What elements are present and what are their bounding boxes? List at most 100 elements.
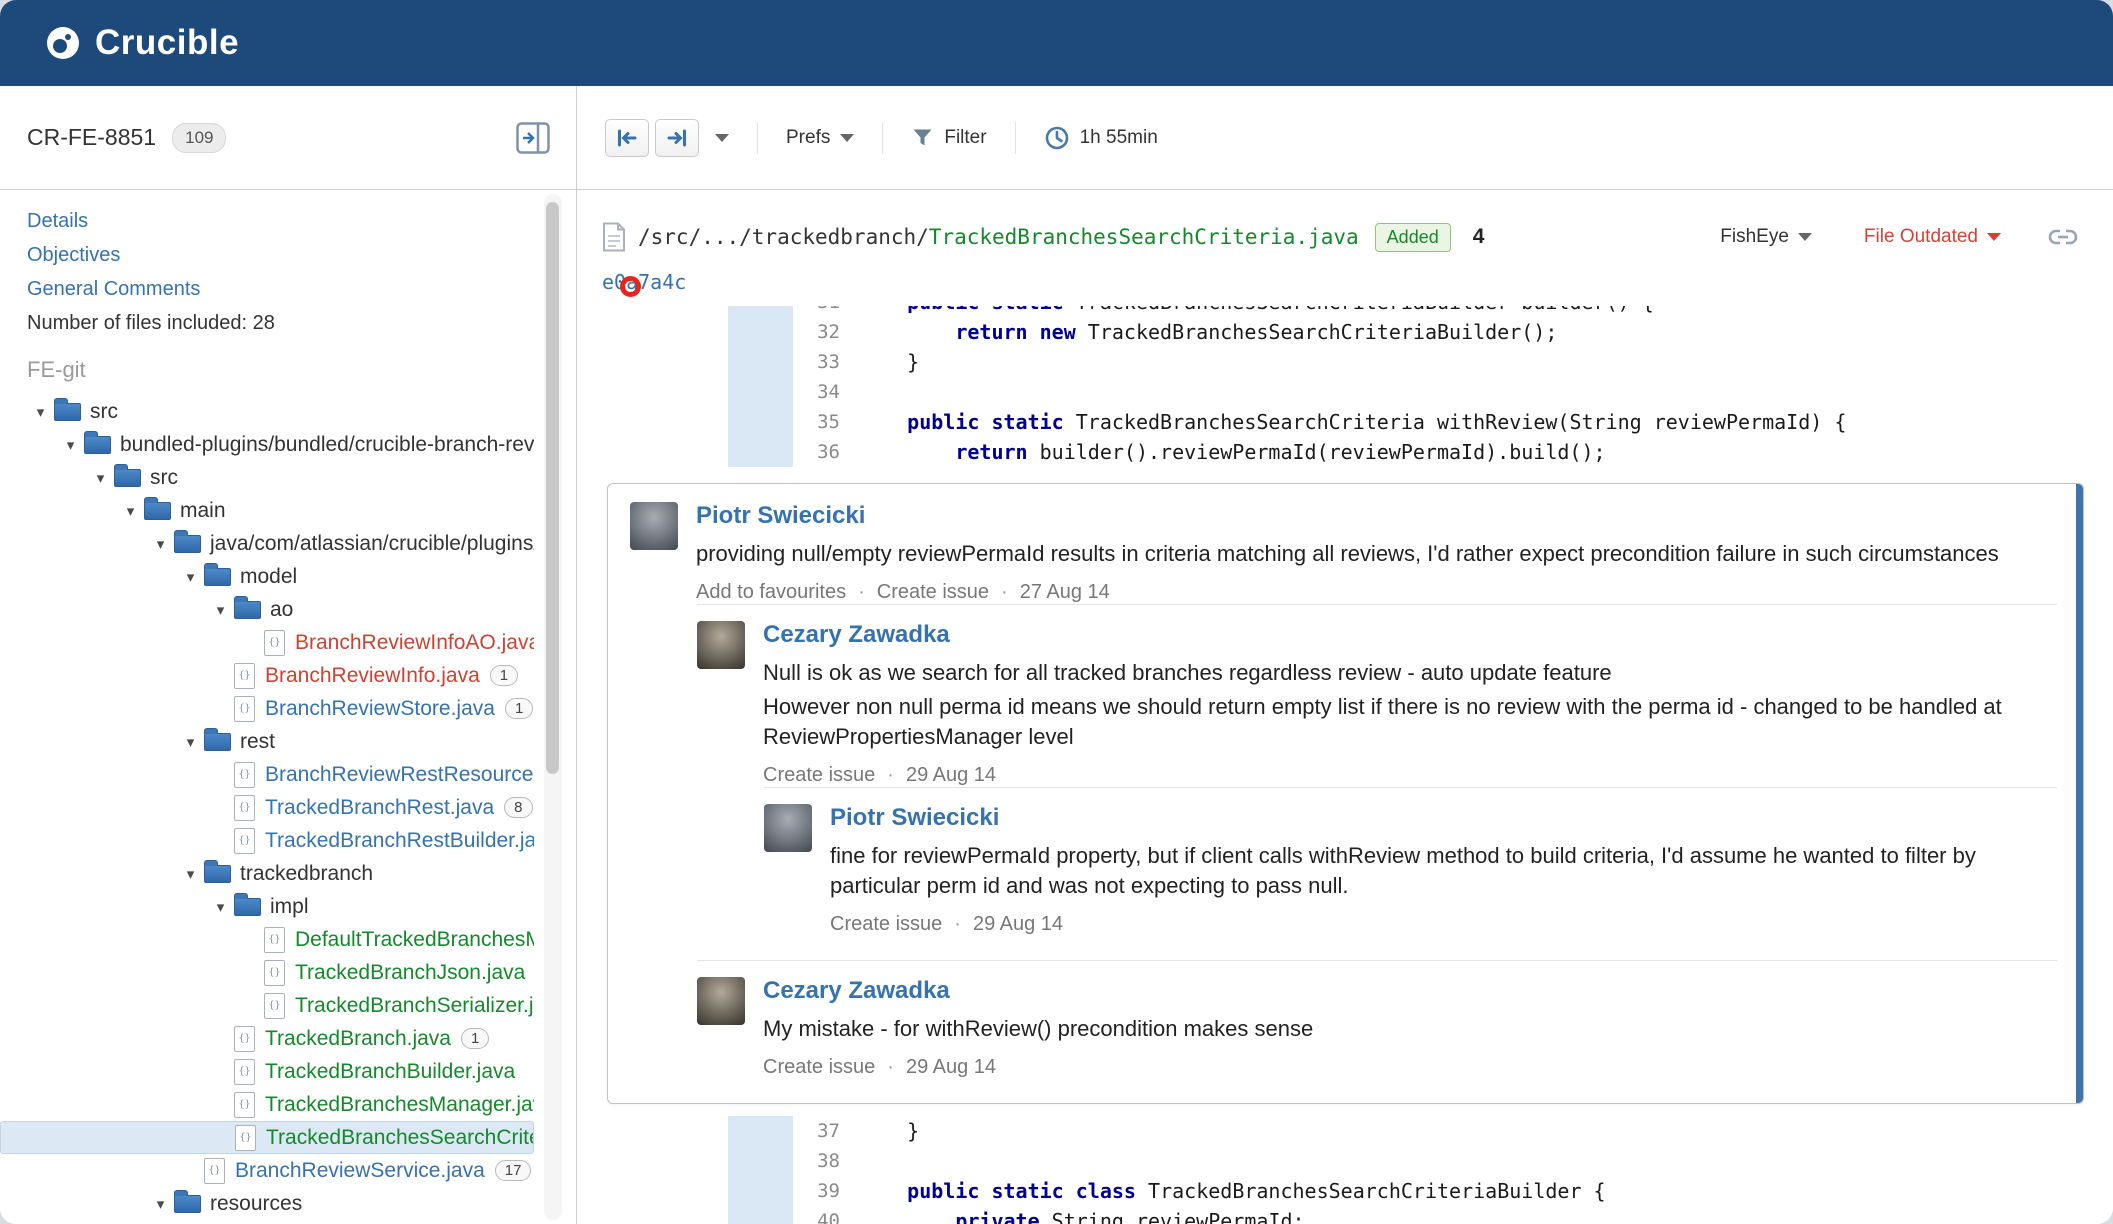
code-line: 33 } bbox=[589, 347, 2100, 377]
sidebar-link-general-comments[interactable]: General Comments bbox=[27, 272, 576, 306]
comment-action-create-issue[interactable]: Create issue bbox=[830, 913, 942, 936]
comment-action-add-to-favourites[interactable]: Add to favourites bbox=[696, 581, 846, 604]
tree-item-file[interactable]: {} TrackedBranch.java 1 bbox=[0, 1022, 534, 1055]
next-file-button[interactable] bbox=[655, 118, 699, 157]
code-block-lower: 37 } 38 39 public static class TrackedBran… bbox=[589, 1116, 2100, 1224]
sidebar-scrollbar-thumb[interactable] bbox=[546, 202, 559, 774]
tree-item-file[interactable]: {} DefaultTrackedBranchesMa bbox=[0, 923, 534, 956]
code-gutter-highlight bbox=[728, 437, 793, 467]
line-number[interactable]: 38 bbox=[793, 1146, 850, 1176]
tree-item-folder[interactable]: ▾ src bbox=[0, 461, 534, 494]
prefs-dropdown[interactable]: Prefs bbox=[786, 126, 855, 149]
tree-item-file[interactable]: {} TrackedBranchBuilder.java bbox=[0, 1055, 534, 1088]
expander-icon[interactable]: ▾ bbox=[207, 898, 234, 916]
tree-item-file[interactable]: {} BranchReviewService.java 17 bbox=[0, 1154, 534, 1187]
comment-author[interactable]: Cezary Zawadka bbox=[763, 621, 2057, 649]
comment-date: 29 Aug 14 bbox=[972, 913, 1064, 935]
tree-item-folder[interactable]: ▾ main bbox=[0, 494, 534, 527]
avatar bbox=[630, 502, 678, 550]
tree-item-file[interactable]: {} BranchReviewInfo.java 1 bbox=[0, 659, 534, 692]
tree-item-folder[interactable]: ▾ java/com/atlassian/crucible/plugins/br bbox=[0, 527, 534, 560]
permalink-icon[interactable] bbox=[2047, 225, 2079, 249]
line-number[interactable]: 39 bbox=[793, 1176, 850, 1206]
tree-item-label: TrackedBranchSerializer.jav bbox=[295, 993, 534, 1017]
tree-item-file[interactable]: {} TrackedBranchJson.java bbox=[0, 956, 534, 989]
code-text: public static TrackedBranchesSearchCrite… bbox=[907, 410, 1847, 434]
tree-item-folder[interactable]: ▾ bundled-plugins/bundled/crucible-branch… bbox=[0, 428, 534, 461]
tree-item-folder[interactable]: ▾ ao bbox=[0, 593, 534, 626]
comment-count-badge: 1 bbox=[504, 698, 534, 719]
file-icon bbox=[602, 222, 626, 252]
comment-count-badge: 8 bbox=[504, 797, 533, 818]
review-time[interactable]: 1h 55min bbox=[1044, 125, 1158, 151]
expander-icon[interactable]: ▾ bbox=[147, 1195, 174, 1213]
tree-item-folder[interactable]: ▾ resources bbox=[0, 1187, 534, 1220]
collapse-sidebar-button[interactable] bbox=[516, 121, 550, 154]
filter-button[interactable]: Filter bbox=[911, 126, 987, 149]
sidebar-link-details[interactable]: Details bbox=[27, 204, 576, 238]
tree-item-folder[interactable]: ▾ src bbox=[0, 395, 534, 428]
line-number[interactable]: 40 bbox=[793, 1206, 850, 1224]
sidebar-link-objectives[interactable]: Objectives bbox=[27, 238, 576, 272]
file-icon: {} bbox=[235, 1124, 256, 1151]
tree-item-file[interactable]: {} BranchReviewRestResource.ja bbox=[0, 758, 534, 791]
tree-item-label: TrackedBranchRestBuilder.jav bbox=[265, 828, 534, 852]
comment-author[interactable]: Piotr Swiecicki bbox=[696, 502, 2057, 530]
tree-item-file[interactable]: {} bbox=[0, 1220, 534, 1224]
line-number[interactable]: 34 bbox=[793, 377, 850, 407]
tree-item-file[interactable]: {} BranchReviewStore.java 1 bbox=[0, 692, 534, 725]
separator-dot: · bbox=[954, 913, 961, 935]
tree-item-folder[interactable]: ▾ trackedbranch bbox=[0, 857, 534, 890]
line-number[interactable]: 32 bbox=[793, 317, 850, 347]
tree-item-file[interactable]: {} TrackedBranchesSearchCriteri bbox=[0, 1121, 534, 1154]
code-gutter bbox=[589, 437, 728, 467]
crucible-logo[interactable]: Crucible bbox=[44, 23, 239, 63]
expander-icon[interactable]: ▾ bbox=[87, 469, 114, 487]
file-outdated-dropdown[interactable]: File Outdated bbox=[1864, 226, 2001, 248]
tree-item-file[interactable]: {} BranchReviewInfoAO.java bbox=[0, 626, 534, 659]
expander-icon[interactable]: ▾ bbox=[177, 733, 204, 751]
file-tree: ▾ src ▾ bundled-plugins/bundled/crucible-br… bbox=[0, 395, 576, 1224]
tree-item-file[interactable]: {} TrackedBranchRest.java 8 bbox=[0, 791, 534, 824]
expander-icon[interactable]: ▾ bbox=[57, 436, 84, 454]
expander-icon[interactable]: ▾ bbox=[177, 865, 204, 883]
expander-icon[interactable]: ▾ bbox=[207, 601, 234, 619]
fisheye-dropdown[interactable]: FishEye bbox=[1720, 226, 1812, 248]
toolbar-separator bbox=[1014, 121, 1016, 154]
prefs-label: Prefs bbox=[786, 126, 831, 148]
code-line: 39 public static class TrackedBranchesSe… bbox=[589, 1176, 2100, 1206]
file-nav-dropdown-caret[interactable] bbox=[715, 133, 729, 142]
file-status-badge: Added bbox=[1374, 222, 1451, 252]
tree-item-label: BranchReviewInfo.java bbox=[265, 663, 480, 687]
line-number[interactable]: 37 bbox=[793, 1116, 850, 1146]
code-gutter-highlight bbox=[728, 377, 793, 407]
comment-body: fine for reviewPermaId property, but if … bbox=[830, 843, 1976, 898]
comment-author[interactable]: Piotr Swiecicki bbox=[830, 804, 2057, 832]
subheader: CR-FE-8851 109 Prefs Filter 1h 55min bbox=[0, 86, 2113, 190]
line-number[interactable]: 35 bbox=[793, 407, 850, 437]
tree-item-file[interactable]: {} TrackedBranchSerializer.jav bbox=[0, 989, 534, 1022]
expander-icon[interactable]: ▾ bbox=[117, 502, 144, 520]
line-number[interactable]: 31 bbox=[793, 306, 850, 317]
comment-action-create-issue[interactable]: Create issue bbox=[763, 764, 875, 787]
tree-item-folder[interactable]: ▾ rest bbox=[0, 725, 534, 758]
comment-footer: Create issue · 29 Aug 14 bbox=[830, 913, 2057, 936]
comment-action-create-issue[interactable]: Create issue bbox=[763, 1056, 875, 1079]
comment-date: 29 Aug 14 bbox=[905, 764, 997, 786]
comment-author[interactable]: Cezary Zawadka bbox=[763, 977, 2057, 1005]
tree-item-folder[interactable]: ▾ impl bbox=[0, 890, 534, 923]
tree-item-label: DefaultTrackedBranchesMa bbox=[295, 927, 534, 951]
tree-item-label: resources bbox=[210, 1191, 303, 1215]
expander-icon[interactable]: ▾ bbox=[177, 568, 204, 586]
prev-file-button[interactable] bbox=[605, 118, 649, 157]
tree-item-folder[interactable]: ▾ model bbox=[0, 560, 534, 593]
tree-item-file[interactable]: {} TrackedBranchRestBuilder.jav bbox=[0, 824, 534, 857]
expander-icon[interactable]: ▾ bbox=[147, 535, 174, 553]
commit-hash-link[interactable]: e0a7a4c bbox=[602, 270, 686, 294]
line-number[interactable]: 33 bbox=[793, 347, 850, 377]
tree-item-file[interactable]: {} TrackedBranchesManager.jav bbox=[0, 1088, 534, 1121]
comment-action-create-issue[interactable]: Create issue bbox=[877, 581, 989, 604]
line-number[interactable]: 36 bbox=[793, 437, 850, 467]
expander-icon[interactable]: ▾ bbox=[27, 403, 54, 421]
tree-item-label: trackedbranch bbox=[240, 861, 374, 885]
